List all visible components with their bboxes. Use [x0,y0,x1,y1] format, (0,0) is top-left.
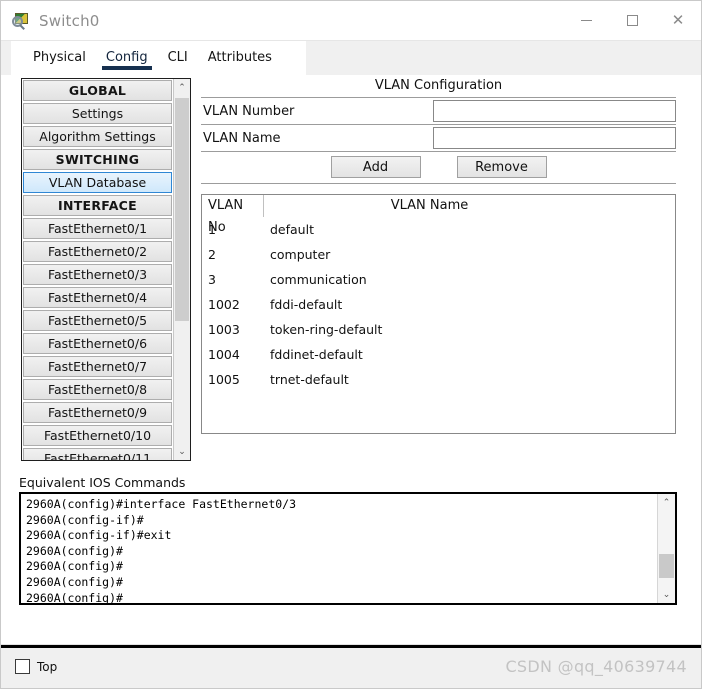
sidebar-item-fastethernet0-1[interactable]: FastEthernet0/1 [23,218,172,239]
window-title: Switch0 [39,11,100,30]
packet-tracer-switch-icon [12,12,30,30]
cell-vlan-no: 1005 [208,372,240,387]
column-header-vlan-name: VLAN Name [390,198,469,213]
cell-vlan-no: 1 [208,222,216,237]
cell-vlan-name: communication [270,272,367,287]
cell-vlan-no: 1002 [208,297,240,312]
top-checkbox-group[interactable]: Top [15,659,57,674]
config-navigation-sidebar: GLOBAL Settings Algorithm Settings SWITC… [21,78,191,461]
vlan-name-row: VLAN Name [201,125,676,152]
sidebar-item-fastethernet0-7[interactable]: FastEthernet0/7 [23,356,172,377]
table-row[interactable]: 1003 token-ring-default [202,317,675,342]
sidebar-item-fastethernet0-4[interactable]: FastEthernet0/4 [23,287,172,308]
tab-cli[interactable]: CLI [158,41,198,75]
remove-button[interactable]: Remove [456,156,547,178]
cell-vlan-name: token-ring-default [270,322,383,337]
sidebar-header-switching: SWITCHING [23,149,172,170]
sidebar-item-settings[interactable]: Settings [23,103,172,124]
sidebar-header-interface: INTERFACE [23,195,172,216]
column-header-vlan-no: VLAN No [202,195,264,235]
cell-vlan-name: fddi-default [270,297,343,312]
config-tab-panel: GLOBAL Settings Algorithm Settings SWITC… [1,75,701,644]
sidebar-header-global: GLOBAL [23,80,172,101]
sidebar-item-fastethernet0-6[interactable]: FastEthernet0/6 [23,333,172,354]
table-row[interactable]: 1005 trnet-default [202,367,675,392]
minimize-button[interactable] [563,1,609,40]
sidebar-item-fastethernet0-11[interactable]: FastEthernet0/11 [23,448,172,460]
tab-strip: Physical Config CLI Attributes [11,41,306,75]
scroll-down-icon[interactable]: ⌄ [174,443,190,460]
cell-vlan-name: computer [270,247,331,262]
table-row[interactable]: 1002 fddi-default [202,292,675,317]
scroll-up-icon[interactable]: ⌃ [658,494,675,511]
ios-commands-scrollbar[interactable]: ⌃ ⌄ [657,494,675,603]
sidebar-item-list: GLOBAL Settings Algorithm Settings SWITC… [22,79,173,460]
vlan-name-input[interactable] [433,127,676,149]
cell-vlan-no: 3 [208,272,216,287]
vlan-name-label: VLAN Name [203,130,281,146]
sidebar-item-fastethernet0-10[interactable]: FastEthernet0/10 [23,425,172,446]
cell-vlan-no: 1003 [208,322,240,337]
sidebar-scrollbar-thumb[interactable] [175,98,189,321]
sidebar-item-vlan-database[interactable]: VLAN Database [23,172,172,193]
scroll-up-icon[interactable]: ⌃ [174,79,190,96]
maximize-button[interactable] [609,1,655,40]
sidebar-item-algorithm-settings[interactable]: Algorithm Settings [23,126,172,147]
vlan-configuration-panel: VLAN Configuration VLAN Number VLAN Name… [201,78,676,434]
close-button[interactable]: ✕ [655,1,701,40]
window-footer: Top CSDN @qq_40639744 [1,644,701,688]
cell-vlan-no: 2 [208,247,216,262]
sidebar-item-fastethernet0-3[interactable]: FastEthernet0/3 [23,264,172,285]
tab-physical[interactable]: Physical [23,41,96,75]
ios-commands-label: Equivalent IOS Commands [19,475,186,490]
vlan-number-row: VLAN Number [201,98,676,125]
tab-attributes[interactable]: Attributes [198,41,282,75]
sidebar-scrollbar[interactable]: ⌃ ⌄ [173,79,190,460]
title-bar: Switch0 ✕ [1,1,701,41]
watermark-text: CSDN @qq_40639744 [505,657,687,676]
ios-commands-box: 2960A(config)#interface FastEthernet0/3 … [19,492,677,605]
minimize-icon [580,20,592,21]
device-config-window: Switch0 ✕ Physical Config CLI Attributes… [0,0,702,689]
window-controls: ✕ [563,1,701,40]
vlan-action-buttons: Add Remove [201,152,676,184]
ios-scrollbar-thumb[interactable] [659,554,674,578]
vlan-number-input[interactable] [433,100,676,122]
top-checkbox-label: Top [37,659,58,674]
top-checkbox[interactable] [15,659,30,674]
table-row[interactable]: 2 computer [202,242,675,267]
cell-vlan-no: 1004 [208,347,240,362]
tab-config[interactable]: Config [96,41,158,75]
vlan-number-label: VLAN Number [203,103,295,119]
table-header-row: VLAN No VLAN Name [202,195,675,235]
table-row[interactable]: 1004 fddinet-default [202,342,675,367]
sidebar-item-fastethernet0-9[interactable]: FastEthernet0/9 [23,402,172,423]
sidebar-item-fastethernet0-2[interactable]: FastEthernet0/2 [23,241,172,262]
cell-vlan-name: fddinet-default [270,347,363,362]
table-row[interactable]: 1 default [202,217,675,242]
cell-vlan-name: trnet-default [270,372,349,387]
maximize-icon [626,15,638,26]
table-row[interactable]: 3 communication [202,267,675,292]
vlan-database-table: VLAN No VLAN Name 1 default 2 computer 3… [201,194,676,434]
sidebar-item-fastethernet0-5[interactable]: FastEthernet0/5 [23,310,172,331]
equivalent-ios-commands-section: Equivalent IOS Commands 2960A(config)#in… [19,475,677,605]
vlan-configuration-title: VLAN Configuration [201,78,676,98]
ios-commands-text: 2960A(config)#interface FastEthernet0/3 … [26,497,297,603]
sidebar-item-fastethernet0-8[interactable]: FastEthernet0/8 [23,379,172,400]
close-icon: ✕ [671,11,685,29]
footer-divider [1,645,701,648]
scroll-down-icon[interactable]: ⌄ [658,586,675,603]
cell-vlan-name: default [270,222,314,237]
tab-strip-background: Physical Config CLI Attributes [1,41,701,75]
add-button[interactable]: Add [330,156,421,178]
